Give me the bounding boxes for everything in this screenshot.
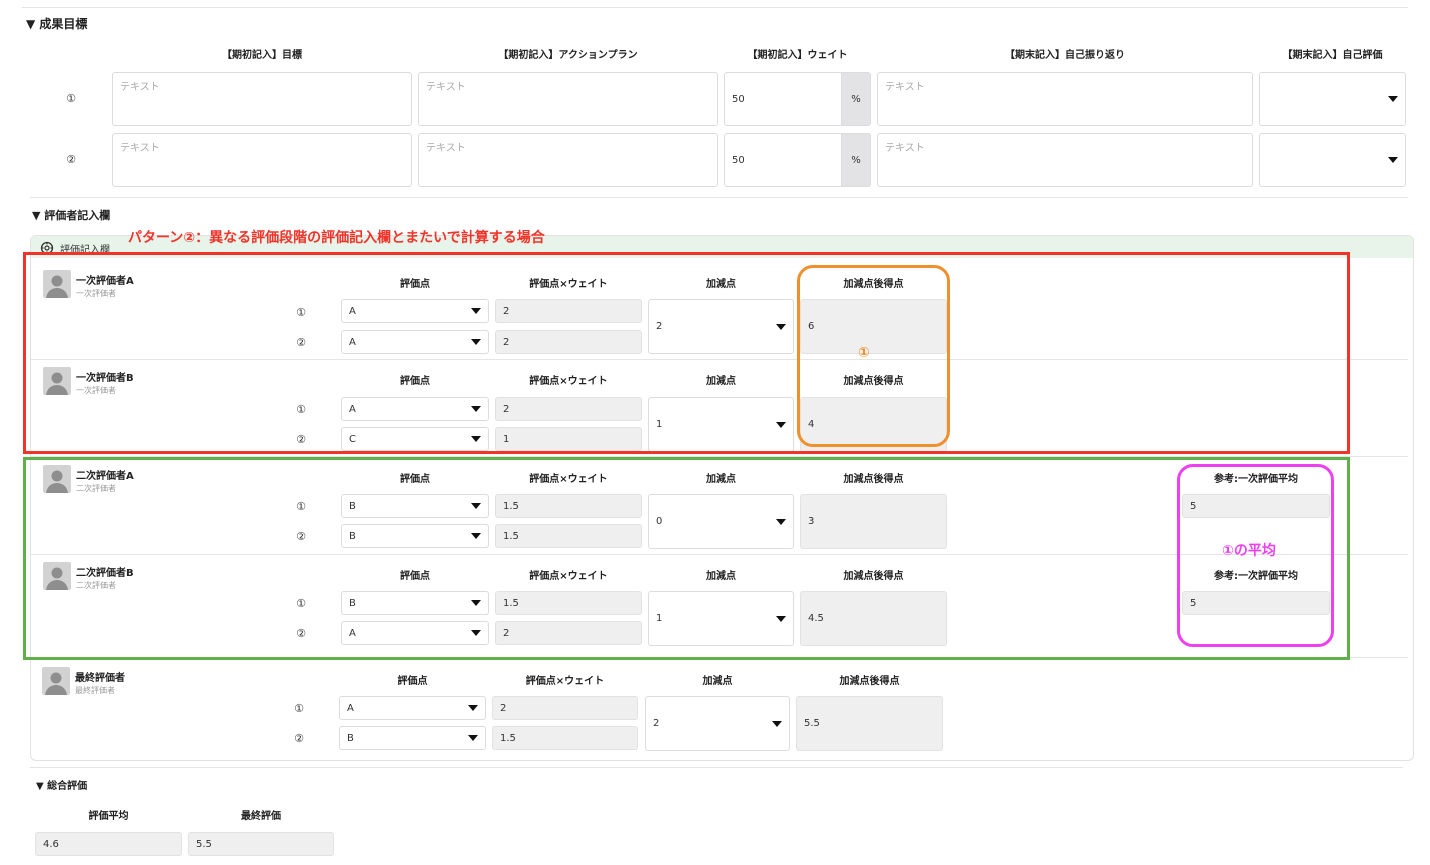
avatar <box>42 667 70 695</box>
goals-header-action: 【期初記入】アクションプラン <box>498 50 638 61</box>
after-score: 5.5 <box>796 696 943 751</box>
evaluator-role: 最終評価者 <box>75 686 115 695</box>
row-number: ② <box>294 732 304 745</box>
chevron-down-icon <box>468 735 478 741</box>
reflection-textarea[interactable]: テキスト <box>877 133 1253 187</box>
summary-avg-label: 評価平均 <box>88 811 129 822</box>
grade-value: B <box>347 732 354 744</box>
grade-value: A <box>347 702 354 714</box>
weight-input[interactable]: 50 <box>724 72 842 126</box>
chevron-down-icon <box>1388 157 1398 163</box>
goal-textarea[interactable]: テキスト <box>112 72 412 126</box>
weight-input[interactable]: 50 <box>724 133 842 187</box>
summary-avg-value: 4.6 <box>35 832 182 856</box>
goals-header-self-eval: 【期末記入】自己評価 <box>1282 50 1383 61</box>
pattern-annotation: パターン②：異なる評価段階の評価記入欄とまたいで計算する場合 <box>128 230 545 246</box>
annotation-average: ①の平均 <box>1222 543 1276 559</box>
weighted-score: 1.5 <box>492 726 638 750</box>
goal-row-number: ② <box>66 153 76 166</box>
goals-header-weight: 【期初記入】ウェイト <box>747 50 848 61</box>
self-eval-select[interactable] <box>1259 133 1406 187</box>
col-header-score-weight: 評価点×ウェイト <box>525 676 605 687</box>
annotation-green-box <box>23 457 1350 660</box>
chevron-down-icon <box>1388 96 1398 102</box>
adjust-select[interactable]: 2 <box>645 696 790 751</box>
chevron-down-icon <box>468 705 478 711</box>
goals-header-goal: 【期初記入】目標 <box>222 50 302 61</box>
action-plan-textarea[interactable]: テキスト <box>418 72 718 126</box>
summary-final-label: 最終評価 <box>241 811 281 822</box>
row-number: ① <box>294 702 304 715</box>
summary-section-title[interactable]: ▼ 総合評価 <box>36 777 87 792</box>
self-eval-select[interactable] <box>1259 72 1406 126</box>
action-plan-textarea[interactable]: テキスト <box>418 133 718 187</box>
grade-select[interactable]: A <box>339 696 486 720</box>
annotation-circle-one: ① <box>858 345 870 361</box>
section-divider <box>30 197 1408 198</box>
adjust-value: 2 <box>653 718 660 729</box>
evaluator-name: 最終評価者 <box>75 673 125 684</box>
grade-select[interactable]: B <box>339 726 486 750</box>
weight-unit: % <box>842 133 871 187</box>
reflection-textarea[interactable]: テキスト <box>877 72 1253 126</box>
goals-section-title[interactable]: ▼ 成果目標 <box>26 15 87 32</box>
col-header-after: 加減点後得点 <box>839 676 900 687</box>
weighted-score: 2 <box>492 696 638 720</box>
weight-unit: % <box>842 72 871 126</box>
goals-header-reflection: 【期末記入】自己振り返り <box>1005 50 1125 61</box>
annotation-red-box <box>23 252 1350 454</box>
evaluator-section-title[interactable]: ▼ 評価者記入欄 <box>32 207 110 223</box>
goal-row-number: ① <box>66 92 76 105</box>
chevron-down-icon <box>772 720 782 727</box>
goal-textarea[interactable]: テキスト <box>112 133 412 187</box>
user-icon <box>45 672 67 695</box>
annotation-orange-box <box>797 265 950 447</box>
summary-final-value: 5.5 <box>188 832 334 856</box>
section-divider <box>30 767 1403 768</box>
top-divider <box>22 7 1408 8</box>
col-header-adjust: 加減点 <box>702 676 733 687</box>
col-header-score: 評価点 <box>397 676 428 687</box>
